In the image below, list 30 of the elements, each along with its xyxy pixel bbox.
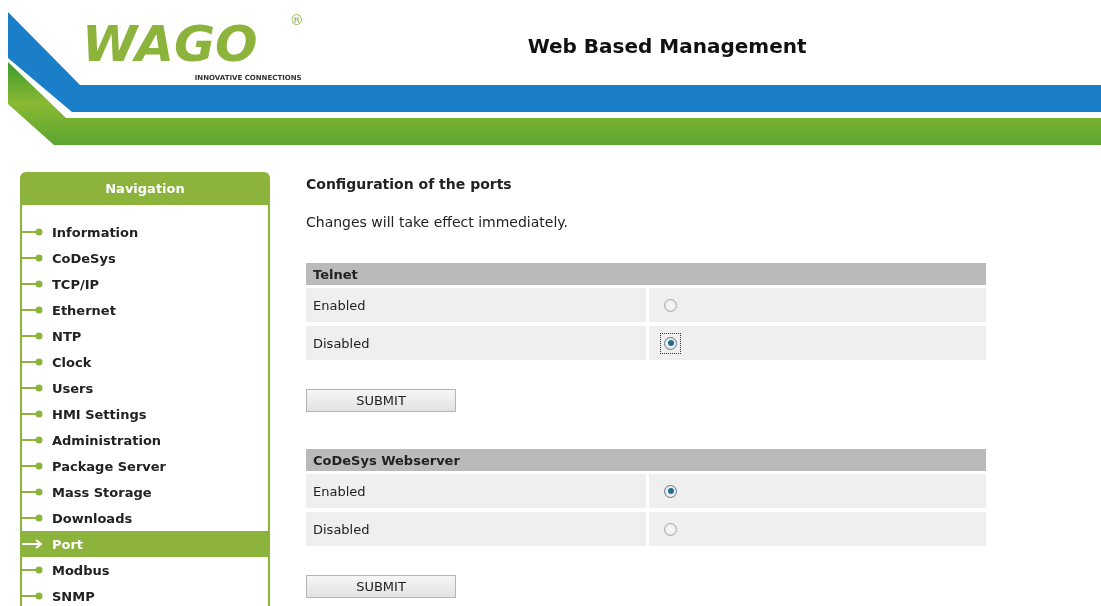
nav-item[interactable]: Users: [22, 375, 268, 401]
nav-item[interactable]: Downloads: [22, 505, 268, 531]
nav-item[interactable]: Modbus: [22, 557, 268, 583]
page-heading: Configuration of the ports: [306, 175, 513, 192]
navigation-header: Navigation: [22, 174, 268, 205]
nav-item[interactable]: SNMP: [22, 583, 268, 606]
section-header: Telnet: [306, 263, 986, 285]
nav-item[interactable]: NTP: [22, 323, 268, 349]
nav-item[interactable]: Clock: [22, 349, 268, 375]
option-label: Disabled: [306, 326, 646, 360]
submit-button[interactable]: SUBMIT: [306, 389, 456, 412]
info-text: Changes will take effect immediately.: [306, 214, 570, 230]
radio-button[interactable]: [664, 298, 677, 312]
nav-item[interactable]: TCP/IP: [22, 271, 268, 297]
page-title: Web Based Management: [527, 34, 807, 58]
radio-button[interactable]: [664, 522, 677, 536]
nav-item[interactable]: Administration: [22, 427, 268, 453]
nav-item[interactable]: Mass Storage: [22, 479, 268, 505]
nav-item[interactable]: HMI Settings: [22, 401, 268, 427]
option-label: Enabled: [306, 288, 646, 322]
option-label: Enabled: [306, 474, 646, 508]
nav-item[interactable]: CoDeSys: [22, 245, 268, 271]
section-header: CoDeSys Webserver: [306, 449, 986, 471]
option-label: Disabled: [306, 512, 646, 546]
nav-item[interactable]: Ethernet: [22, 297, 268, 323]
nav-item[interactable]: Information: [22, 219, 268, 245]
arrow-icon: [22, 539, 44, 549]
submit-button[interactable]: SUBMIT: [306, 575, 456, 598]
nav-item[interactable]: Package Server: [22, 453, 268, 479]
radio-button[interactable]: [664, 484, 677, 498]
